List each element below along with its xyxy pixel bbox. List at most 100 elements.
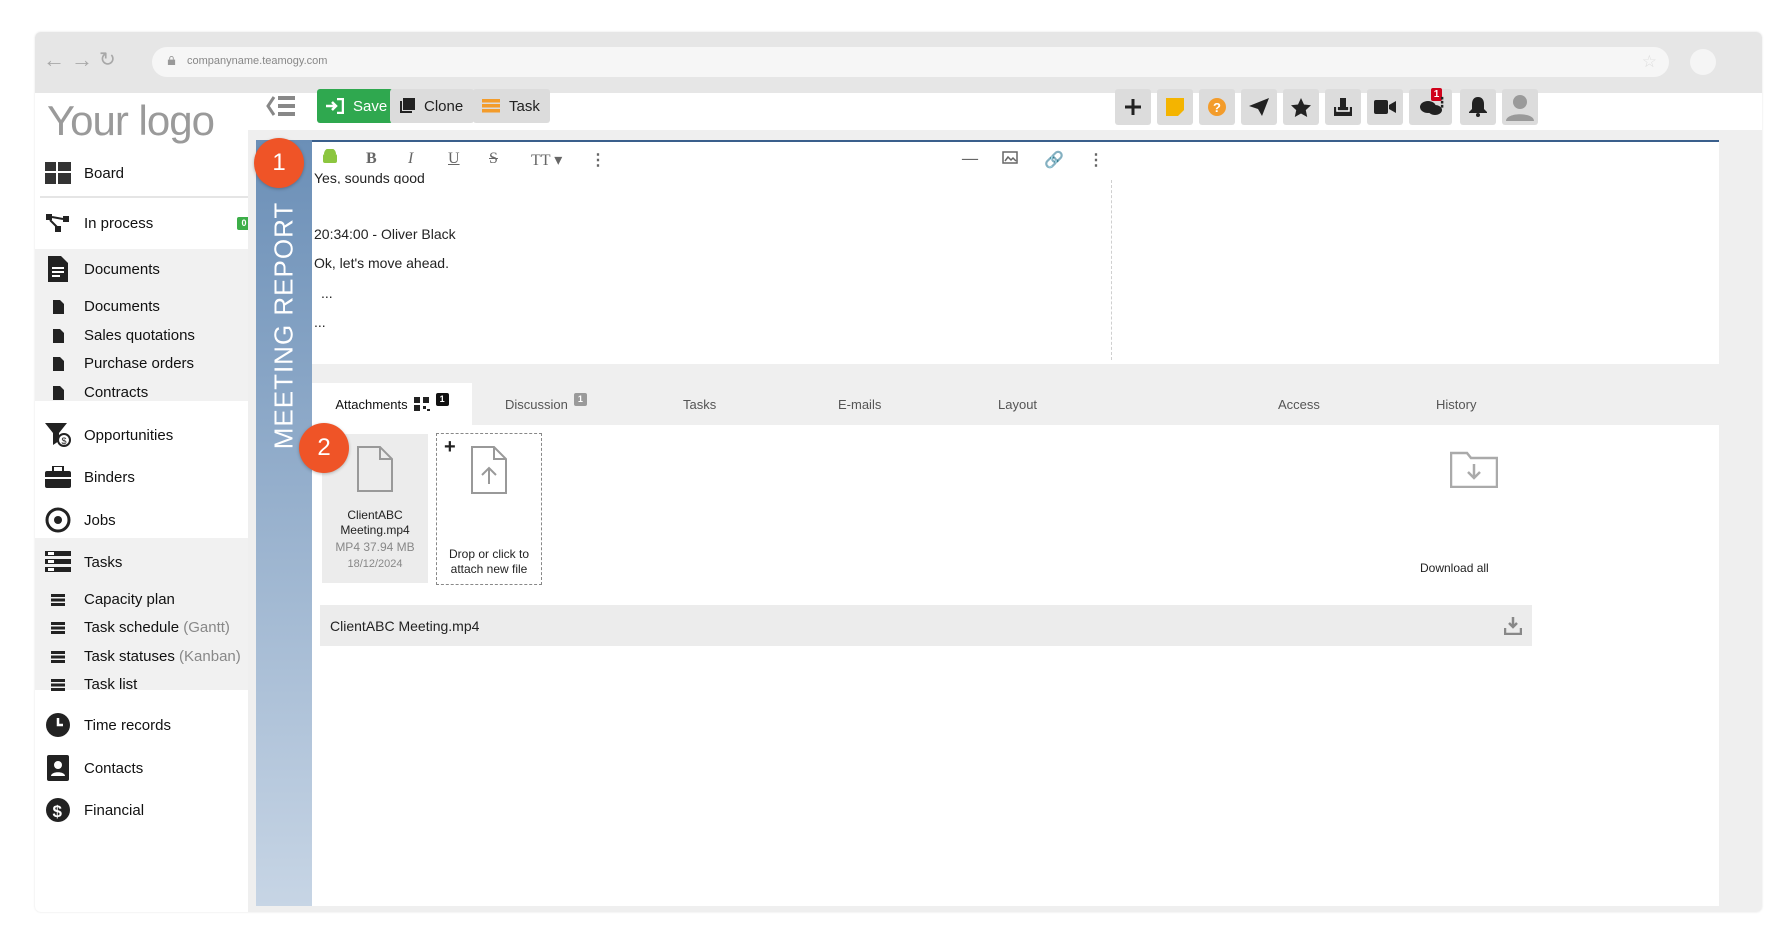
sidebar-label: Documents: [84, 260, 160, 278]
sidebar-item-time-records[interactable]: Time records: [35, 705, 272, 745]
sidebar-label: Board: [84, 164, 125, 182]
collapse-sidebar-icon[interactable]: [266, 95, 296, 122]
bell-icon[interactable]: [1460, 89, 1496, 125]
attachment-name: ClientABC Meeting.mp4: [340, 508, 410, 537]
sidebar-label: Opportunities: [84, 426, 174, 444]
save-button[interactable]: Save: [317, 89, 393, 123]
inbox-icon[interactable]: [1325, 89, 1361, 125]
forward-arrow-icon[interactable]: →: [71, 49, 93, 71]
download-all-button[interactable]: Download all: [1420, 561, 1489, 575]
sidebar-subitem-contracts[interactable]: Contracts: [35, 376, 272, 409]
sidebar-label: In process: [84, 214, 154, 232]
sidebar-label: Tasks: [84, 553, 123, 571]
document-icon: [49, 355, 67, 373]
italic-icon[interactable]: I: [408, 150, 413, 168]
strikethrough-icon[interactable]: S: [489, 150, 498, 168]
tab-emails[interactable]: E-mails: [838, 383, 881, 425]
sidebar-sublabel: Task list: [84, 676, 137, 693]
more-vertical-icon[interactable]: ⋮: [1435, 95, 1449, 109]
tab-label: Access: [1278, 396, 1320, 412]
address-bar[interactable]: companyname.teamogy.com ☆: [152, 47, 1669, 77]
browser-chrome: ← → ↻ companyname.teamogy.com ☆: [35, 32, 1762, 93]
sticky-note-icon[interactable]: [1157, 89, 1193, 125]
sidebar-item-documents[interactable]: Documents: [35, 249, 272, 289]
funnel-dollar-icon: $: [44, 421, 72, 449]
add-icon[interactable]: [1115, 89, 1151, 125]
sublabel-text: Task schedule: [84, 619, 180, 636]
horizontal-rule-icon[interactable]: —: [962, 150, 978, 168]
tab-tasks[interactable]: Tasks: [683, 383, 716, 425]
link-icon[interactable]: 🔗: [1044, 150, 1064, 170]
editor-line: ...: [321, 285, 333, 301]
back-arrow-icon[interactable]: ←: [43, 49, 65, 71]
lock-icon: [167, 56, 176, 65]
browser-profile-icon[interactable]: [1690, 49, 1716, 75]
sidebar-item-tasks[interactable]: Tasks: [35, 542, 272, 582]
star-icon[interactable]: [1283, 89, 1319, 125]
download-icon[interactable]: [1504, 617, 1522, 635]
document-icon: [49, 298, 67, 316]
android-icon[interactable]: [321, 148, 339, 168]
tab-access[interactable]: Access: [1278, 383, 1320, 425]
folder-download-icon[interactable]: [1450, 448, 1498, 488]
document-icon: [49, 327, 67, 345]
sidebar-label: Time records: [84, 716, 171, 734]
more-vertical-icon[interactable]: ⋮: [1088, 150, 1104, 170]
reload-icon[interactable]: ↻: [99, 50, 116, 70]
tasks-list-icon: [482, 99, 500, 113]
file-drop-zone[interactable]: + Drop or click to attach new file: [436, 433, 542, 585]
tab-label: Attachments: [335, 396, 408, 412]
sidebar-sublabel: Documents: [84, 298, 160, 315]
tasks-list-icon: [49, 591, 67, 609]
attachment-meta: MP4 37.94 MB: [335, 540, 415, 554]
sidebar-item-opportunities[interactable]: $ Opportunities: [35, 415, 272, 455]
copy-icon: [399, 98, 415, 114]
tab-history[interactable]: History: [1436, 383, 1476, 425]
sidebar-item-jobs[interactable]: Jobs: [35, 500, 272, 540]
board-icon: [44, 159, 72, 187]
send-icon[interactable]: [1241, 89, 1277, 125]
sidebar-item-in-process[interactable]: In process 0: [35, 203, 272, 243]
user-avatar-icon[interactable]: [1502, 89, 1538, 125]
file-row[interactable]: ClientABC Meeting.mp4: [320, 605, 1532, 646]
tab-attachments[interactable]: Attachments 1: [312, 383, 472, 425]
tab-label: History: [1436, 396, 1477, 412]
target-icon: [44, 506, 72, 534]
bookmark-star-icon[interactable]: ☆: [1642, 52, 1657, 72]
sidebar-item-board[interactable]: Board: [35, 153, 272, 193]
document-icon: [49, 384, 67, 402]
editor-toolbar: B I U S TT ▾ ⋮ — 🔗 ⋮: [312, 142, 1719, 178]
svg-text:$: $: [62, 436, 67, 446]
tab-label: Tasks: [683, 396, 717, 412]
rich-text-editor[interactable]: B I U S TT ▾ ⋮ — 🔗 ⋮ Yes, sounds good 20…: [312, 140, 1719, 364]
image-icon[interactable]: [1002, 151, 1018, 169]
messages-icon[interactable]: 1 ⋮: [1409, 88, 1452, 125]
tasks-list-icon: [49, 619, 67, 637]
task-label: Task: [509, 97, 540, 115]
url-text: companyname.teamogy.com: [187, 55, 328, 67]
qr-code-icon: [413, 397, 430, 411]
editor-line: Yes, sounds good: [314, 170, 425, 184]
help-icon[interactable]: ?: [1199, 89, 1235, 125]
attachments-panel: ClientABC Meeting.mp4 MP4 37.94 MB 18/12…: [312, 425, 1719, 906]
sidebar-subitem-task-list[interactable]: Task list: [35, 668, 272, 701]
underline-icon[interactable]: U: [448, 150, 460, 168]
file-upload-icon: [471, 446, 507, 494]
file-icon: [357, 446, 393, 492]
sidebar-item-contacts[interactable]: Contacts: [35, 748, 272, 788]
sublabel-suffix: (Kanban): [179, 648, 241, 665]
sidebar-label: Financial: [84, 801, 145, 819]
font-size-icon[interactable]: TT ▾: [531, 150, 562, 170]
clone-label: Clone: [424, 97, 464, 115]
bold-icon[interactable]: B: [366, 150, 377, 168]
sidebar-item-binders[interactable]: Binders: [35, 457, 272, 497]
tab-discussion[interactable]: Discussion 1: [505, 383, 587, 425]
sidebar-item-financial[interactable]: $ Financial: [35, 790, 272, 830]
more-vertical-icon[interactable]: ⋮: [590, 150, 606, 170]
dollar-coin-icon: $: [44, 796, 72, 824]
tab-layout[interactable]: Layout: [998, 383, 1037, 425]
clone-button[interactable]: Clone: [390, 89, 474, 123]
task-button[interactable]: Task: [473, 89, 550, 123]
video-camera-icon[interactable]: [1367, 89, 1403, 125]
editor-column-divider: [1111, 180, 1112, 360]
